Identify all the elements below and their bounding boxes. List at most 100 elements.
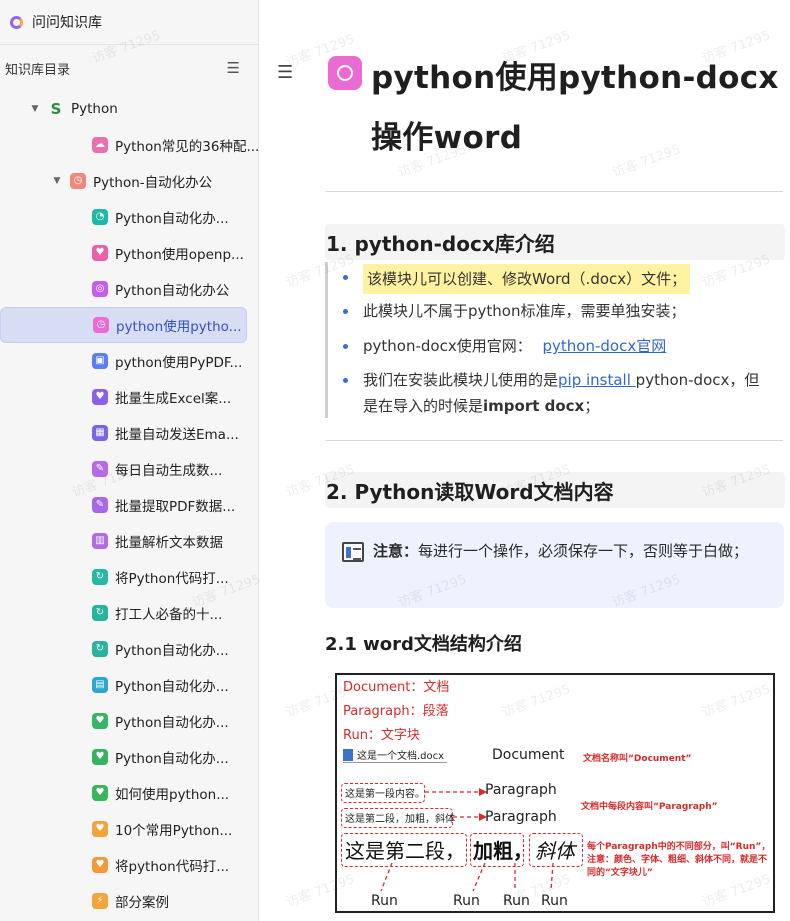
sidebar-item[interactable]: ✎ 每日自动生成数... <box>0 451 222 487</box>
toc-header: 知识库目录 ☰ <box>0 45 258 91</box>
menu-icon[interactable]: ☰ <box>277 62 293 83</box>
divider <box>325 440 783 441</box>
sidebar-item[interactable]: ◷ python使用pytho... <box>0 307 247 343</box>
list-toggle-icon[interactable]: ☰ <box>227 59 240 77</box>
figure-label: Run <box>503 893 530 909</box>
sidebar-item[interactable]: ♥ Python使用openp... <box>0 235 244 271</box>
sidebar-item[interactable]: ⚡ 部分案例 <box>0 883 169 919</box>
figure-label: Paragraph <box>485 809 557 825</box>
caret-down-icon[interactable]: ▼ <box>28 104 42 114</box>
figure-label: Paragraph <box>485 782 557 798</box>
notebook-icon <box>342 542 364 562</box>
structure-figure: Document：文档 Paragraph：段落 Run：文字块 这是一个文档.… <box>335 673 775 913</box>
sidebar-item-label: 将Python代码打... <box>115 571 229 587</box>
snake-icon: S <box>50 99 62 118</box>
sidebar-item-label: Python常见的36种配... <box>115 139 259 155</box>
document-main: ☰ python使用python-docx操作word 1. python-do… <box>259 0 790 921</box>
figure-note: 注意：颜色、字体、粗细、斜体不同，就是不 <box>587 855 768 865</box>
sidebar-item-label: Python使用openp... <box>115 247 244 263</box>
sidebar-item-label: python使用pytho... <box>116 319 242 335</box>
sidebar-item[interactable]: ♥ 10个常用Python... <box>0 811 232 847</box>
sidebar-item[interactable]: ◎ Python自动化办公 <box>0 271 229 307</box>
heart-icon: ♥ <box>92 785 108 801</box>
target-icon: ◎ <box>92 281 108 297</box>
heart-icon: ♥ <box>92 821 108 837</box>
brand[interactable]: 问问知识库 <box>0 0 258 44</box>
refresh-icon: ↻ <box>92 605 108 621</box>
refresh-icon: ↻ <box>92 641 108 657</box>
sidebar: 问问知识库 知识库目录 ☰ ▼ S Python ☁ Python常见的36种配... ▼… <box>0 0 259 921</box>
sidebar-item[interactable]: ♥ 将python代码打... <box>0 847 229 883</box>
pip-install-link[interactable]: pip install <box>558 371 636 389</box>
sidebar-item[interactable]: ▼ ◷ Python-自动化办公 <box>0 163 212 199</box>
figure-label: Run <box>371 893 398 909</box>
chart-icon: ▥ <box>92 533 108 549</box>
quote-bar <box>325 262 328 418</box>
sidebar-item[interactable]: ◔ Python自动化办... <box>0 199 229 235</box>
figure-label: Run <box>453 893 480 909</box>
sidebar-item-label: 10个常用Python... <box>115 823 233 839</box>
toc-title: 知识库目录 <box>5 62 71 78</box>
sidebar-item-label: 部分案例 <box>115 895 169 911</box>
sidebar-item[interactable]: ↻ Python自动化办... <box>0 631 229 667</box>
sidebar-item[interactable]: ▼ S Python <box>0 91 118 127</box>
gauge-icon: ◔ <box>92 209 108 225</box>
sidebar-item[interactable]: ♥ 如何使用python... <box>0 775 229 811</box>
list-item: 我们在安装此模块儿使用的是pip install python-docx，但 是… <box>343 367 764 419</box>
brand-logo-icon <box>10 15 23 29</box>
sidebar-item[interactable]: ♥ Python自动化办... <box>0 703 229 739</box>
sidebar-item[interactable]: ☁ Python常见的36种配... <box>0 127 259 163</box>
clock-icon <box>328 56 362 90</box>
sidebar-item-label: Python自动化办... <box>115 211 229 227</box>
sidebar-item-label: Python自动化办... <box>115 643 229 659</box>
heart-icon: ♥ <box>92 857 108 873</box>
sidebar-item-label: 批量自动发送Ema... <box>115 427 239 443</box>
cloud-icon: ☁ <box>92 137 108 153</box>
sidebar-item[interactable]: ▥ 批量解析文本数据 <box>0 523 223 559</box>
sidebar-item-label: 打工人必备的十... <box>115 607 223 623</box>
caret-down-icon[interactable]: ▼ <box>50 176 64 186</box>
sidebar-item-label: 批量提取PDF数据... <box>115 499 236 515</box>
refresh-icon: ↻ <box>92 569 108 585</box>
bolt-icon: ⚡ <box>92 893 108 909</box>
figure-text: 这是第二段， <box>345 839 465 863</box>
sidebar-item[interactable]: ↻ 打工人必备的十... <box>0 595 222 631</box>
list-item: 此模块儿不属于python标准库，需要单独安装； <box>342 298 685 324</box>
page-title: python使用python-docx操作word <box>371 60 779 156</box>
sidebar-item-label: 批量生成Excel案... <box>115 391 232 407</box>
figure-note: 同的“文字块儿” <box>587 868 653 878</box>
sidebar-item[interactable]: ↻ 将Python代码打... <box>0 559 229 595</box>
sidebar-item[interactable]: ▦ 批量自动发送Ema... <box>0 415 239 451</box>
sidebar-item-label: Python自动化办... <box>115 751 229 767</box>
sidebar-item[interactable]: ♥ 批量生成Excel案... <box>0 379 231 415</box>
sidebar-item-label: 将python代码打... <box>115 859 230 875</box>
figure-label: Run <box>541 893 568 909</box>
sidebar-item-label: python使用PyPDF... <box>115 355 243 371</box>
sidebar-item-label: 每日自动生成数... <box>115 463 223 479</box>
clock-icon: ◷ <box>70 173 86 189</box>
sidebar-item[interactable]: ♥ Python自动化办... <box>0 739 229 775</box>
section-heading: 1. python-docx库介绍 <box>325 224 785 260</box>
note-callout: 注意：每进行一个操作，必须保存一下，否则等于白做； <box>325 522 784 608</box>
heart-icon: ♥ <box>92 749 108 765</box>
docx-website-link[interactable]: python-docx官网 <box>543 337 667 355</box>
brand-name: 问问知识库 <box>32 15 102 31</box>
list-item-text: python-docx使用官网： <box>363 337 532 355</box>
clock-icon: ◷ <box>93 317 109 333</box>
heart-icon: ♥ <box>92 389 108 405</box>
sidebar-item[interactable]: ▣ python使用PyPDF... <box>0 343 242 379</box>
window-icon: ▤ <box>92 677 108 693</box>
sidebar-item-label: 批量解析文本数据 <box>115 535 223 551</box>
heart-icon: ♥ <box>92 245 108 261</box>
sidebar-item-label: Python <box>71 101 118 117</box>
sidebar-item[interactable]: ▤ Python自动化办... <box>0 667 229 703</box>
sidebar-item[interactable]: ✎ 批量提取PDF数据... <box>0 487 235 523</box>
figure-note: 每个Paragraph中的不同部分，叫“Run”， <box>587 842 771 852</box>
list-item: python-docx使用官网： python-docx官网 <box>342 333 667 359</box>
figure-text: 加粗， <box>473 839 533 863</box>
sidebar-item-label: 如何使用python... <box>115 787 230 803</box>
list-item: 该模块儿可以创建、修改Word（.docx）文件； <box>342 264 691 294</box>
note-icon: ✎ <box>92 497 108 513</box>
section-heading: 2. Python读取Word文档内容 <box>325 472 785 508</box>
gamepad-icon: ▣ <box>92 353 108 369</box>
